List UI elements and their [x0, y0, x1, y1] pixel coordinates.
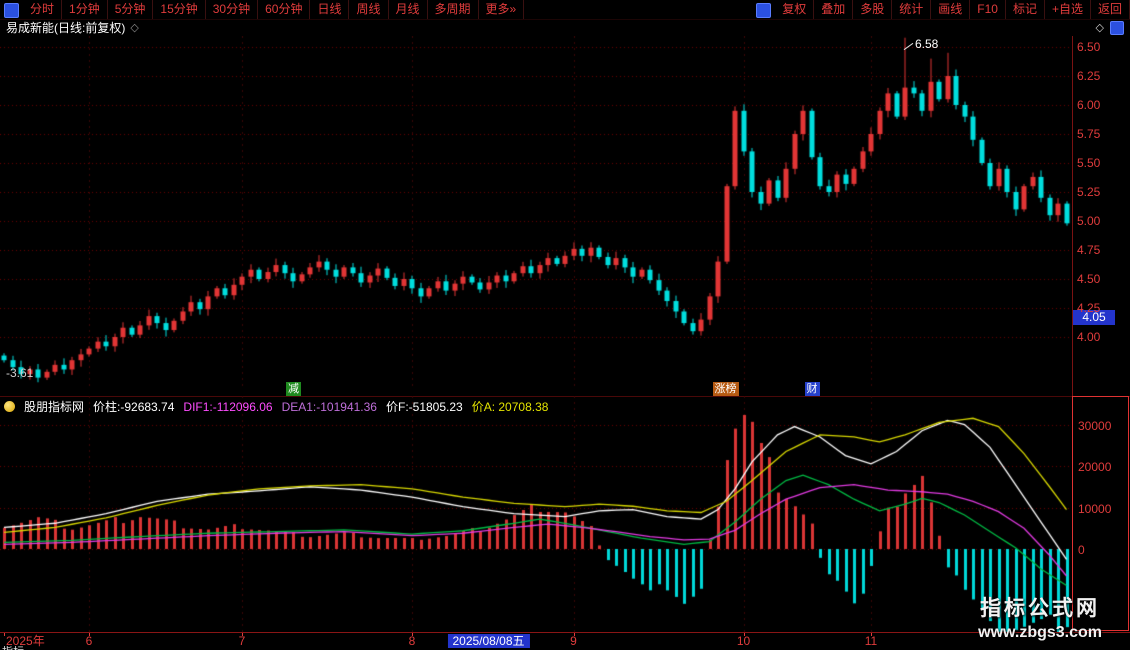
app-window-icon[interactable] [4, 3, 19, 18]
indicator-tick-label: 20000 [1078, 460, 1111, 474]
legend-item-0: 价柱:-92683.74 [93, 398, 174, 415]
indicator-overlay: 股朋指标网 价柱:-92683.74 DIF1:-112096.06 DEA1:-1… [0, 396, 1072, 632]
price-tick-label: 5.50 [1077, 156, 1100, 170]
top-menubar: 分时1分钟5分钟15分钟30分钟60分钟日线周线月线多周期更多» 复权叠加多股统… [0, 0, 1130, 20]
price-tick-label: 6.00 [1077, 98, 1100, 112]
price-tick-label: 5.25 [1077, 185, 1100, 199]
selected-date-label: 2025/08/08五 [447, 634, 529, 648]
title-bar: 易成新能(日线:前复权) ◇ ◇ [0, 19, 1130, 36]
indicator-source-label[interactable]: 股朋指标网 [24, 398, 84, 415]
menu-item-left-4[interactable]: 30分钟 [206, 0, 258, 19]
price-tick-label: 6.50 [1077, 40, 1100, 54]
menu-left-group: 分时1分钟5分钟15分钟30分钟60分钟日线周线月线多周期更多» [23, 0, 524, 19]
high-annotation-line [904, 43, 914, 50]
menu-item-right-0[interactable]: 复权 [775, 0, 814, 19]
date-label-8: 8 [409, 634, 416, 648]
menu-item-right-3[interactable]: 统计 [892, 0, 931, 19]
indicator-tick-label: 0 [1078, 543, 1085, 557]
menu-item-right-6[interactable]: 标记 [1006, 0, 1045, 19]
menu-right-group: 复权叠加多股统计画线F10标记+自选返回 [775, 0, 1130, 19]
indicator-legend: 股朋指标网 价柱:-92683.74 DIF1:-112096.06 DEA1:-1… [4, 398, 548, 415]
menu-item-left-9[interactable]: 多周期 [428, 0, 479, 19]
main-price-axis: 4.05 6.506.256.005.755.505.255.004.754.5… [1072, 36, 1130, 396]
menu-item-left-0[interactable]: 分时 [23, 0, 62, 19]
watermark-site-name: 指标公式网 [978, 592, 1102, 622]
legend-item-2: DEA1:-101941.36 [282, 400, 377, 414]
menu-item-left-1[interactable]: 1分钟 [62, 0, 108, 19]
main-overlay: 6.58 -3.61 减 涨榜 财 [0, 36, 1072, 396]
menu-item-right-5[interactable]: F10 [970, 0, 1006, 19]
date-label-9: 9 [570, 634, 577, 648]
menu-item-right-1[interactable]: 叠加 [814, 0, 853, 19]
price-tick-label: 4.50 [1077, 272, 1100, 286]
menu-item-right-2[interactable]: 多股 [853, 0, 892, 19]
price-tick-label: 5.00 [1077, 214, 1100, 228]
diamond-icon[interactable]: ◇ [1096, 21, 1104, 34]
event-marker-财[interactable]: 财 [805, 382, 820, 396]
menu-item-left-8[interactable]: 月线 [389, 0, 428, 19]
menu-item-left-3[interactable]: 15分钟 [153, 0, 205, 19]
date-label-11: 11 [865, 634, 877, 648]
indicator-tick-label: 30000 [1078, 419, 1111, 433]
high-price-annotation: 6.58 [915, 37, 938, 51]
menu-item-left-5[interactable]: 60分钟 [258, 0, 310, 19]
menu-spacer [524, 0, 752, 19]
watermark: 指标公式网 www.zbgs3.com [978, 592, 1102, 642]
menu-item-left-2[interactable]: 5分钟 [108, 0, 154, 19]
event-marker-涨榜[interactable]: 涨榜 [713, 382, 739, 396]
price-tick-label: 4.75 [1077, 243, 1100, 257]
date-label-10: 10 [737, 634, 750, 648]
price-tick-label: 6.25 [1077, 69, 1100, 83]
split-screen-icon[interactable] [756, 3, 771, 18]
price-tick-label: 4.00 [1077, 330, 1100, 344]
legend-item-1: DIF1:-112096.06 [183, 400, 272, 414]
menu-item-right-4[interactable]: 画线 [931, 0, 970, 19]
price-tick-label: 4.25 [1077, 301, 1100, 315]
low-price-annotation: -3.61 [6, 366, 33, 380]
stock-title: 易成新能(日线:前复权) [6, 19, 125, 36]
clipped-bottom-text: 指标 [2, 646, 302, 650]
legend-item-3: 价F:-51805.23 [386, 398, 463, 415]
event-marker-减[interactable]: 减 [286, 382, 301, 396]
indicator-source-icon [4, 401, 15, 412]
menu-item-left-7[interactable]: 周线 [349, 0, 388, 19]
price-tick-label: 5.75 [1077, 127, 1100, 141]
menu-item-left-6[interactable]: 日线 [310, 0, 349, 19]
watermark-site-url: www.zbgs3.com [978, 624, 1102, 642]
title-decor-icon: ◇ [130, 21, 138, 34]
menu-item-right-8[interactable]: 返回 [1091, 0, 1130, 19]
menu-item-left-10[interactable]: 更多» [479, 0, 525, 19]
indicator-tick-label: 10000 [1078, 502, 1111, 516]
menu-item-right-7[interactable]: +自选 [1045, 0, 1091, 19]
legend-item-4: 价A: 20708.38 [472, 398, 549, 415]
date-tick [4, 633, 5, 636]
layout-icon[interactable] [1110, 21, 1124, 35]
trading-app-window: 分时1分钟5分钟15分钟30分钟60分钟日线周线月线多周期更多» 复权叠加多股统… [0, 0, 1130, 650]
